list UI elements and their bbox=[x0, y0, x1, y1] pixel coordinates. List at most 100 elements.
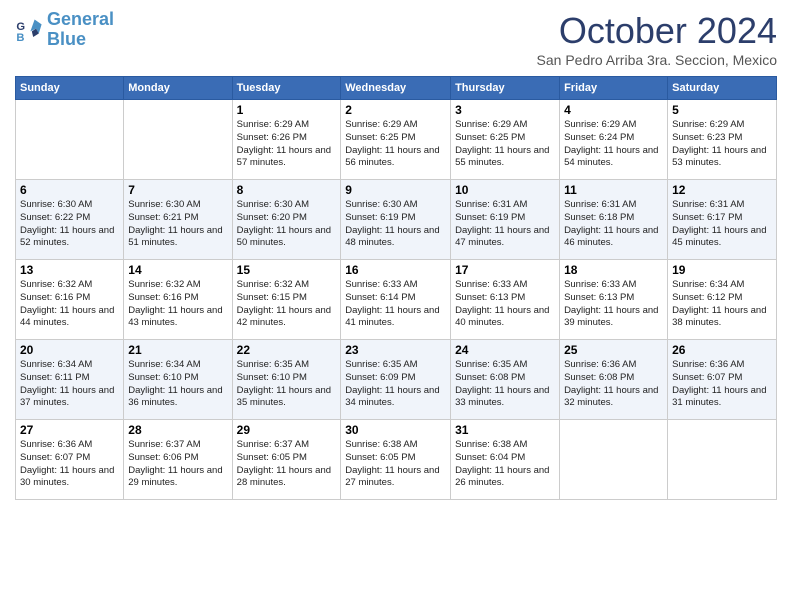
day-number: 23 bbox=[345, 343, 446, 357]
day-number: 9 bbox=[345, 183, 446, 197]
day-info: Sunrise: 6:31 AM Sunset: 6:18 PM Dayligh… bbox=[564, 199, 663, 250]
calendar-cell: 20 Sunrise: 6:34 AM Sunset: 6:11 PM Dayli… bbox=[16, 340, 124, 420]
day-number: 20 bbox=[20, 343, 119, 357]
day-info: Sunrise: 6:35 AM Sunset: 6:09 PM Dayligh… bbox=[345, 359, 446, 410]
calendar-cell: 24 Sunrise: 6:35 AM Sunset: 6:08 PM Dayli… bbox=[451, 340, 560, 420]
day-info: Sunrise: 6:36 AM Sunset: 6:08 PM Dayligh… bbox=[564, 359, 663, 410]
day-info: Sunrise: 6:38 AM Sunset: 6:04 PM Dayligh… bbox=[455, 439, 555, 490]
day-info: Sunrise: 6:38 AM Sunset: 6:05 PM Dayligh… bbox=[345, 439, 446, 490]
day-info: Sunrise: 6:37 AM Sunset: 6:06 PM Dayligh… bbox=[128, 439, 227, 490]
calendar-cell: 30 Sunrise: 6:38 AM Sunset: 6:05 PM Dayli… bbox=[341, 420, 451, 500]
day-number: 17 bbox=[455, 263, 555, 277]
day-number: 2 bbox=[345, 103, 446, 117]
day-number: 7 bbox=[128, 183, 227, 197]
calendar-cell: 9 Sunrise: 6:30 AM Sunset: 6:19 PM Daylig… bbox=[341, 180, 451, 260]
calendar-cell: 7 Sunrise: 6:30 AM Sunset: 6:21 PM Daylig… bbox=[124, 180, 232, 260]
day-number: 28 bbox=[128, 423, 227, 437]
calendar-cell: 8 Sunrise: 6:30 AM Sunset: 6:20 PM Daylig… bbox=[232, 180, 341, 260]
calendar-cell: 11 Sunrise: 6:31 AM Sunset: 6:18 PM Dayli… bbox=[560, 180, 668, 260]
day-info: Sunrise: 6:29 AM Sunset: 6:25 PM Dayligh… bbox=[345, 119, 446, 170]
day-number: 30 bbox=[345, 423, 446, 437]
calendar-cell: 2 Sunrise: 6:29 AM Sunset: 6:25 PM Daylig… bbox=[341, 100, 451, 180]
day-info: Sunrise: 6:33 AM Sunset: 6:13 PM Dayligh… bbox=[564, 279, 663, 330]
day-number: 18 bbox=[564, 263, 663, 277]
weekday-header-row: SundayMondayTuesdayWednesdayThursdayFrid… bbox=[16, 77, 777, 100]
calendar-cell: 17Sunrise: 6:33 AM Sunset: 6:13 PM Dayli… bbox=[451, 260, 560, 340]
day-number: 8 bbox=[237, 183, 337, 197]
calendar-cell bbox=[124, 100, 232, 180]
day-info: Sunrise: 6:31 AM Sunset: 6:19 PM Dayligh… bbox=[455, 199, 555, 250]
day-info: Sunrise: 6:29 AM Sunset: 6:23 PM Dayligh… bbox=[672, 119, 772, 170]
calendar-cell: 16 Sunrise: 6:33 AM Sunset: 6:14 PM Dayli… bbox=[341, 260, 451, 340]
day-number: 15 bbox=[237, 263, 337, 277]
location-subtitle: San Pedro Arriba 3ra. Seccion, Mexico bbox=[537, 52, 777, 68]
day-number: 13 bbox=[20, 263, 119, 277]
day-number: 29 bbox=[237, 423, 337, 437]
day-number: 31 bbox=[455, 423, 555, 437]
calendar-week-row: 13 Sunrise: 6:32 AM Sunset: 6:16 PM Dayli… bbox=[16, 260, 777, 340]
calendar-cell: 26 Sunrise: 6:36 AM Sunset: 6:07 PM Dayli… bbox=[668, 340, 777, 420]
calendar-week-row: 1 Sunrise: 6:29 AM Sunset: 6:26 PM Daylig… bbox=[16, 100, 777, 180]
weekday-header: Wednesday bbox=[341, 77, 451, 100]
day-info: Sunrise: 6:29 AM Sunset: 6:25 PM Dayligh… bbox=[455, 119, 555, 170]
calendar-cell: 12 Sunrise: 6:31 AM Sunset: 6:17 PM Dayli… bbox=[668, 180, 777, 260]
day-number: 3 bbox=[455, 103, 555, 117]
day-number: 21 bbox=[128, 343, 227, 357]
month-title: October 2024 bbox=[537, 10, 777, 52]
day-number: 27 bbox=[20, 423, 119, 437]
day-number: 12 bbox=[672, 183, 772, 197]
calendar-cell: 15 Sunrise: 6:32 AM Sunset: 6:15 PM Dayli… bbox=[232, 260, 341, 340]
day-info: Sunrise: 6:30 AM Sunset: 6:22 PM Dayligh… bbox=[20, 199, 119, 250]
calendar-cell: 21 Sunrise: 6:34 AM Sunset: 6:10 PM Dayli… bbox=[124, 340, 232, 420]
day-number: 25 bbox=[564, 343, 663, 357]
calendar-cell: 5Sunrise: 6:29 AM Sunset: 6:23 PM Daylig… bbox=[668, 100, 777, 180]
day-number: 24 bbox=[455, 343, 555, 357]
day-info: Sunrise: 6:37 AM Sunset: 6:05 PM Dayligh… bbox=[237, 439, 337, 490]
calendar-cell: 18 Sunrise: 6:33 AM Sunset: 6:13 PM Dayli… bbox=[560, 260, 668, 340]
day-info: Sunrise: 6:29 AM Sunset: 6:26 PM Dayligh… bbox=[237, 119, 337, 170]
weekday-header: Monday bbox=[124, 77, 232, 100]
calendar-week-row: 6 Sunrise: 6:30 AM Sunset: 6:22 PM Daylig… bbox=[16, 180, 777, 260]
day-number: 26 bbox=[672, 343, 772, 357]
day-info: Sunrise: 6:34 AM Sunset: 6:12 PM Dayligh… bbox=[672, 279, 772, 330]
calendar-cell: 28 Sunrise: 6:37 AM Sunset: 6:06 PM Dayli… bbox=[124, 420, 232, 500]
day-info: Sunrise: 6:34 AM Sunset: 6:11 PM Dayligh… bbox=[20, 359, 119, 410]
day-info: Sunrise: 6:32 AM Sunset: 6:16 PM Dayligh… bbox=[20, 279, 119, 330]
day-number: 11 bbox=[564, 183, 663, 197]
day-info: Sunrise: 6:30 AM Sunset: 6:19 PM Dayligh… bbox=[345, 199, 446, 250]
weekday-header: Sunday bbox=[16, 77, 124, 100]
day-info: Sunrise: 6:32 AM Sunset: 6:15 PM Dayligh… bbox=[237, 279, 337, 330]
day-info: Sunrise: 6:35 AM Sunset: 6:08 PM Dayligh… bbox=[455, 359, 555, 410]
title-block: October 2024 San Pedro Arriba 3ra. Secci… bbox=[537, 10, 777, 68]
calendar-cell: 13 Sunrise: 6:32 AM Sunset: 6:16 PM Dayli… bbox=[16, 260, 124, 340]
weekday-header: Thursday bbox=[451, 77, 560, 100]
logo: G B General Blue bbox=[15, 10, 114, 50]
svg-text:B: B bbox=[16, 32, 24, 44]
weekday-header: Friday bbox=[560, 77, 668, 100]
day-info: Sunrise: 6:30 AM Sunset: 6:21 PM Dayligh… bbox=[128, 199, 227, 250]
day-info: Sunrise: 6:33 AM Sunset: 6:14 PM Dayligh… bbox=[345, 279, 446, 330]
day-number: 1 bbox=[237, 103, 337, 117]
calendar-cell: 6 Sunrise: 6:30 AM Sunset: 6:22 PM Daylig… bbox=[16, 180, 124, 260]
calendar-cell bbox=[16, 100, 124, 180]
day-number: 4 bbox=[564, 103, 663, 117]
day-info: Sunrise: 6:36 AM Sunset: 6:07 PM Dayligh… bbox=[672, 359, 772, 410]
weekday-header: Saturday bbox=[668, 77, 777, 100]
calendar-cell bbox=[560, 420, 668, 500]
day-info: Sunrise: 6:36 AM Sunset: 6:07 PM Dayligh… bbox=[20, 439, 119, 490]
calendar-cell: 23 Sunrise: 6:35 AM Sunset: 6:09 PM Dayli… bbox=[341, 340, 451, 420]
day-number: 16 bbox=[345, 263, 446, 277]
logo-text: General Blue bbox=[47, 10, 114, 50]
calendar-cell: 14Sunrise: 6:32 AM Sunset: 6:16 PM Dayli… bbox=[124, 260, 232, 340]
day-number: 6 bbox=[20, 183, 119, 197]
day-info: Sunrise: 6:31 AM Sunset: 6:17 PM Dayligh… bbox=[672, 199, 772, 250]
logo-icon: G B bbox=[15, 16, 43, 44]
day-info: Sunrise: 6:30 AM Sunset: 6:20 PM Dayligh… bbox=[237, 199, 337, 250]
calendar-cell: 31 Sunrise: 6:38 AM Sunset: 6:04 PM Dayli… bbox=[451, 420, 560, 500]
page-header: G B General Blue October 2024 San Pedro … bbox=[15, 10, 777, 68]
calendar-cell: 4Sunrise: 6:29 AM Sunset: 6:24 PM Daylig… bbox=[560, 100, 668, 180]
calendar-cell: 27 Sunrise: 6:36 AM Sunset: 6:07 PM Dayli… bbox=[16, 420, 124, 500]
day-info: Sunrise: 6:34 AM Sunset: 6:10 PM Dayligh… bbox=[128, 359, 227, 410]
day-number: 10 bbox=[455, 183, 555, 197]
calendar-cell: 22Sunrise: 6:35 AM Sunset: 6:10 PM Dayli… bbox=[232, 340, 341, 420]
